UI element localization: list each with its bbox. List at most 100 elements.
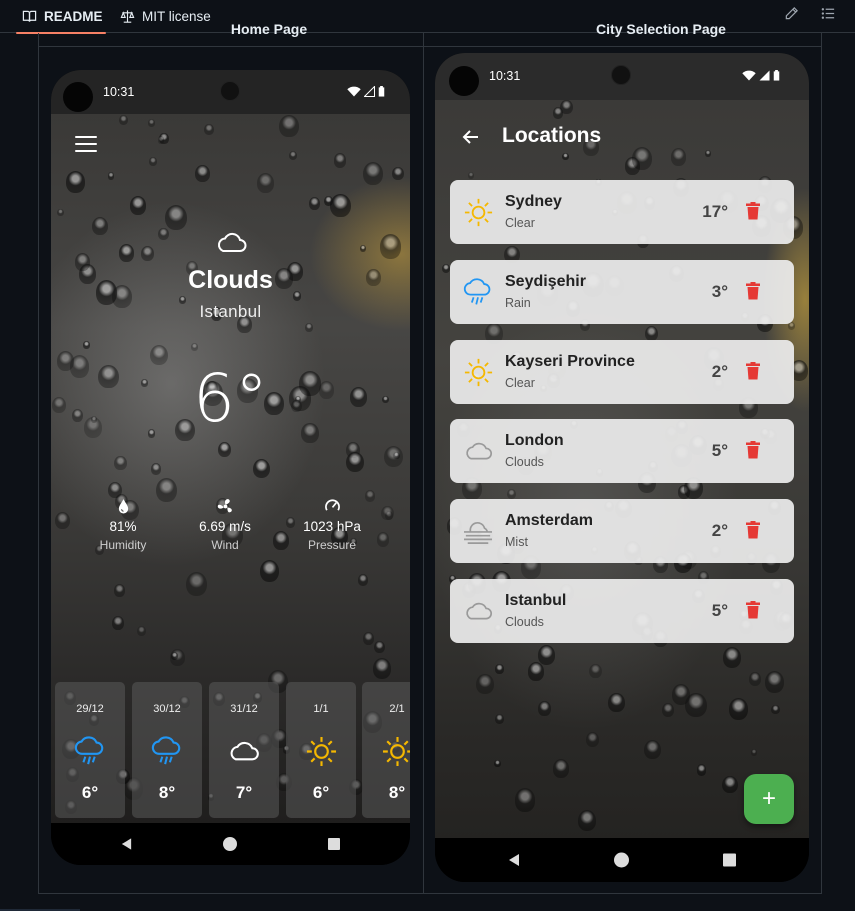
sun-icon xyxy=(464,358,492,386)
raindrop xyxy=(346,451,364,473)
home-page-phone: 10:31 Clouds Istanbul 6° 81% Humidity 6.… xyxy=(51,70,410,865)
forecast-card[interactable]: 31/12 7° xyxy=(209,682,279,818)
signal-icon xyxy=(364,86,375,97)
raindrop xyxy=(585,731,599,747)
raindrop xyxy=(288,150,298,161)
forecast-temp: 8° xyxy=(388,783,406,802)
wind-label: Wind xyxy=(211,538,239,552)
raindrop xyxy=(748,671,762,686)
android-nav-bar xyxy=(435,838,809,882)
delete-icon[interactable] xyxy=(745,362,761,380)
location-card[interactable]: Sydney Clear 17° xyxy=(450,180,794,244)
raindrop xyxy=(494,713,504,724)
location-card[interactable]: Istanbul Clouds 5° xyxy=(450,579,794,643)
raindrop xyxy=(252,458,270,479)
home-nav-icon[interactable] xyxy=(223,837,237,851)
battery-icon xyxy=(378,86,385,97)
table-header-home: Home Page xyxy=(230,21,308,37)
delete-icon[interactable] xyxy=(745,521,761,539)
location-name: Istanbul xyxy=(505,592,567,609)
delete-icon[interactable] xyxy=(745,202,761,220)
locations-page-phone: 10:31 Locations Sydney Clear 17° Seydişe… xyxy=(435,53,809,882)
location-condition: Mist xyxy=(505,535,528,549)
wifi-icon xyxy=(347,86,361,97)
location-card[interactable]: London Clouds 5° xyxy=(450,419,794,483)
raindrop xyxy=(562,153,569,161)
raindrop xyxy=(631,146,653,171)
location-name: London xyxy=(505,432,564,449)
raindrop xyxy=(379,233,401,259)
raindrop xyxy=(114,584,126,597)
location-name: Sydney xyxy=(505,193,562,210)
cloud-icon xyxy=(465,442,492,460)
forecast-card[interactable]: 1/1 6° xyxy=(286,682,356,818)
home-nav-icon[interactable] xyxy=(614,852,629,868)
forecast-card[interactable]: 2/1 8° xyxy=(362,682,410,818)
raindrop xyxy=(137,625,147,636)
raindrop xyxy=(373,640,385,654)
forecast-date: 29/12 xyxy=(76,703,104,715)
raindrop xyxy=(65,171,85,193)
back-nav-icon[interactable] xyxy=(507,853,521,867)
raindrop xyxy=(186,572,208,597)
location-card[interactable]: Amsterdam Mist 2° xyxy=(450,499,794,563)
forecast-card[interactable]: 29/12 6° xyxy=(55,682,125,818)
back-arrow-icon[interactable] xyxy=(461,127,481,147)
outline-button[interactable] xyxy=(818,3,838,23)
tab-readme[interactable]: README xyxy=(16,0,106,34)
sun-icon xyxy=(306,736,336,766)
city-text: Istanbul xyxy=(199,302,262,321)
forecast-date: 1/1 xyxy=(313,703,329,715)
raindrop xyxy=(83,341,90,349)
raindrop xyxy=(108,481,123,499)
forecast-date: 30/12 xyxy=(153,703,181,715)
pencil-icon xyxy=(785,6,798,19)
delete-icon[interactable] xyxy=(745,282,761,300)
delete-icon[interactable] xyxy=(745,601,761,619)
add-location-button[interactable]: + xyxy=(744,774,794,824)
raindrop xyxy=(645,325,659,341)
android-nav-bar xyxy=(51,823,410,865)
location-condition: Clouds xyxy=(505,615,544,629)
raindrop xyxy=(55,511,71,529)
location-card[interactable]: Seydişehir Rain 3° xyxy=(450,260,794,324)
humidity-value: 81% xyxy=(109,519,137,534)
forecast-card[interactable]: 30/12 8° xyxy=(132,682,202,818)
cloud-icon xyxy=(465,602,492,620)
back-nav-icon[interactable] xyxy=(120,838,133,851)
book-icon xyxy=(22,10,37,22)
raindrop xyxy=(381,505,394,520)
location-card[interactable]: Kayseri Province Clear 2° xyxy=(450,340,794,404)
raindrop xyxy=(130,196,147,215)
raindrop xyxy=(696,764,707,776)
raindrop xyxy=(195,165,210,183)
location-name: Seydişehir xyxy=(505,273,586,290)
location-temp: 17° xyxy=(702,202,728,221)
list-icon xyxy=(821,7,834,19)
raindrop xyxy=(538,645,556,665)
raindrop xyxy=(111,616,124,631)
raindrop xyxy=(722,647,741,668)
stat-pressure: 1023 hPa Pressure xyxy=(282,498,382,552)
pressure-label: Pressure xyxy=(307,538,357,552)
forecast-temp: 6° xyxy=(81,783,99,802)
sensor xyxy=(220,81,240,101)
raindrop xyxy=(577,810,597,832)
delete-icon[interactable] xyxy=(745,441,761,459)
forecast-temp: 6° xyxy=(312,783,330,802)
recents-nav-icon[interactable] xyxy=(723,853,736,867)
forecast-date: 2/1 xyxy=(389,703,405,715)
raindrop xyxy=(722,775,738,794)
status-bar: 10:31 xyxy=(435,53,809,100)
menu-icon[interactable] xyxy=(75,136,97,152)
rain-icon xyxy=(74,736,104,765)
raindrop xyxy=(467,171,474,179)
edit-button[interactable] xyxy=(781,3,801,23)
recents-nav-icon[interactable] xyxy=(328,838,340,850)
raindrop xyxy=(392,167,404,181)
location-temp: 5° xyxy=(711,441,728,460)
raindrop xyxy=(705,149,712,157)
raindrop xyxy=(114,455,127,470)
raindrop xyxy=(729,698,748,720)
table-row-divider xyxy=(39,46,821,47)
